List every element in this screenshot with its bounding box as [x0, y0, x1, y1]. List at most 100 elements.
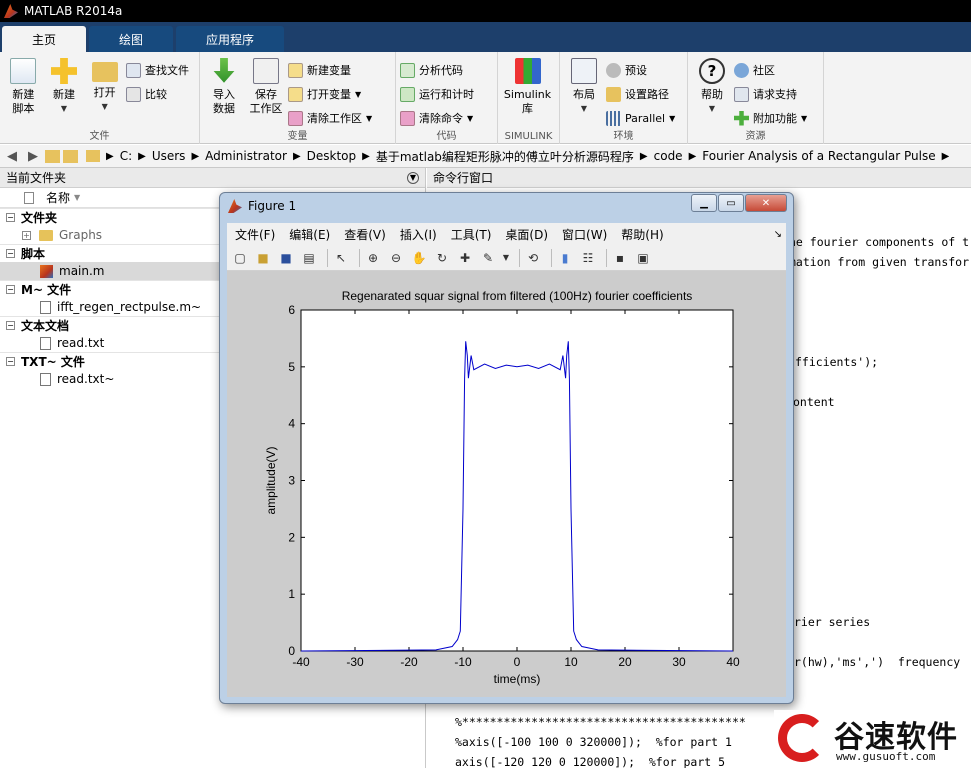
menu-insert[interactable]: 插入(I)	[400, 226, 437, 243]
community-label: 社区	[753, 64, 775, 77]
new-script-icon	[10, 58, 37, 84]
run-and-time-button[interactable]: 运行和计时	[400, 82, 474, 106]
print-icon[interactable]: ▤	[300, 249, 318, 267]
show-plot-tools-icon[interactable]: ▣	[634, 249, 652, 267]
save-icon[interactable]: ■	[277, 249, 295, 267]
find-files-icon	[126, 62, 142, 78]
clear-commands-icon	[400, 110, 415, 126]
code-line: rier series	[794, 615, 871, 629]
simulink-label: Simulink 库	[503, 88, 552, 115]
sort-arrow-icon: ▼	[74, 193, 81, 202]
menu-file[interactable]: 文件(F)	[235, 226, 275, 243]
breadcrumb-item[interactable]: Users	[152, 149, 186, 163]
watermark-logo-icon	[778, 714, 826, 762]
breadcrumb-separator-icon: ▶	[941, 150, 950, 162]
section-label: TXT~ 文件	[21, 355, 85, 369]
colorbar-icon[interactable]: ▮	[556, 249, 574, 267]
plot-svg[interactable]: -40 -30 -20 -10 0 10 20 30 400123456 Regenarated…	[227, 271, 786, 697]
menu-help[interactable]: 帮助(H)	[621, 226, 663, 243]
figure-canvas[interactable]: -40 -30 -20 -10 0 10 20 30 40 0 1 2 3 4 5 6 Regenarated…	[227, 271, 786, 697]
brush-icon[interactable]: ✎	[479, 249, 497, 267]
new-figure-icon[interactable]: ▢	[231, 249, 249, 267]
menu-view[interactable]: 查看(V)	[344, 226, 386, 243]
collapse-icon[interactable]: −	[6, 213, 15, 222]
code-line: %***************************************…	[455, 715, 746, 729]
panel-menu-icon[interactable]: ▼	[407, 171, 419, 184]
rotate-3d-icon[interactable]: ↻	[433, 249, 451, 267]
pan-hand-icon[interactable]: ✋	[410, 249, 428, 267]
code-line: r(hw),'ms',') frequency	[794, 655, 961, 669]
request-support-button[interactable]: 请求支持	[734, 82, 807, 106]
x-axis-label: time(ms)	[494, 672, 541, 686]
chevron-down-icon[interactable]: ▼	[502, 249, 510, 267]
menu-desktop[interactable]: 桌面(D)	[505, 226, 548, 243]
set-path-button[interactable]: 设置路径	[606, 82, 675, 106]
add-ons-icon	[734, 110, 749, 126]
collapse-icon[interactable]: −	[6, 285, 15, 294]
layout-label: 布局	[573, 88, 595, 101]
community-button[interactable]: 社区	[734, 58, 807, 82]
dock-arrow-icon[interactable]: ↘	[774, 229, 782, 240]
set-path-label: 设置路径	[625, 88, 669, 101]
close-button[interactable]: ✕	[745, 194, 787, 212]
back-arrow-icon[interactable]: ◀	[3, 147, 21, 165]
clear-commands-label: 清除命令	[419, 112, 463, 125]
breadcrumb-separator-icon: ▶	[106, 150, 114, 162]
collapse-icon[interactable]: −	[6, 249, 15, 258]
new-variable-button[interactable]: 新建变量	[288, 58, 372, 82]
open-file-icon[interactable]: ■	[254, 249, 272, 267]
forward-arrow-icon[interactable]: ▶	[24, 147, 42, 165]
x-tick-label: 0	[514, 655, 521, 669]
browse-folder-icon[interactable]	[63, 149, 78, 163]
compare-button[interactable]: 比较	[126, 82, 189, 106]
analyze-code-button[interactable]: 分析代码	[400, 58, 474, 82]
preferences-button[interactable]: 预设	[606, 58, 675, 82]
item-label: Graphs	[59, 228, 103, 242]
y-tick-label: 0	[288, 644, 295, 658]
code-line: axis([-120 120 0 120000]); %for part 5	[455, 755, 726, 768]
open-variable-button[interactable]: 打开变量 ▼	[288, 82, 372, 106]
collapse-icon[interactable]: −	[6, 321, 15, 330]
figure-window[interactable]: Figure 1 ▁ ▭ ✕ 文件(F) 编辑(E) 查看(V) 插入(I) 工…	[219, 192, 794, 704]
tab-plots[interactable]: 绘图	[89, 26, 173, 52]
legend-icon[interactable]: ☷	[579, 249, 597, 267]
y-axis-label: amplitude(V)	[264, 446, 278, 514]
collapse-icon[interactable]: −	[6, 357, 15, 366]
link-plot-icon[interactable]: ⟲	[524, 249, 542, 267]
breadcrumb-item[interactable]: Desktop	[307, 149, 357, 163]
hide-plot-tools-icon[interactable]: ▪	[611, 249, 629, 267]
breadcrumb-item[interactable]: Fourier Analysis of a Rectangular Pulse	[702, 149, 935, 163]
toolbar-separator	[519, 248, 520, 267]
toolbar-separator	[551, 248, 552, 267]
analyze-code-label: 分析代码	[419, 64, 463, 77]
window-controls: ▁ ▭ ✕	[690, 194, 787, 212]
item-label: read.txt	[57, 336, 105, 350]
breadcrumb-item[interactable]: 基于matlab编程矩形脉冲的傅立叶分析源码程序	[376, 148, 634, 165]
zoom-out-icon[interactable]: ⊖	[387, 249, 405, 267]
breadcrumb-item[interactable]: Administrator	[205, 149, 287, 163]
find-files-button[interactable]: 查找文件	[126, 58, 189, 82]
data-cursor-icon[interactable]: ✚	[456, 249, 474, 267]
breadcrumb-item[interactable]: code	[654, 149, 683, 163]
pointer-icon[interactable]: ↖	[332, 249, 350, 267]
tab-apps[interactable]: 应用程序	[176, 26, 284, 52]
menu-window[interactable]: 窗口(W)	[562, 226, 607, 243]
current-folder-title: 当前文件夹	[6, 171, 67, 185]
matlab-logo-icon	[228, 199, 242, 213]
minimize-button[interactable]: ▁	[691, 194, 717, 212]
tab-home[interactable]: 主页	[2, 26, 86, 52]
menu-tools[interactable]: 工具(T)	[451, 226, 492, 243]
zoom-in-icon[interactable]: ⊕	[364, 249, 382, 267]
file-group: 新建 脚本 新建 ▼ 打开 ▼ 查找文件 比较 文件	[0, 52, 200, 144]
maximize-button[interactable]: ▭	[718, 194, 744, 212]
toolbar-separator	[359, 248, 360, 267]
clear-workspace-label: 清除工作区	[307, 112, 362, 125]
figure-menubar: 文件(F) 编辑(E) 查看(V) 插入(I) 工具(T) 桌面(D) 窗口(W…	[227, 223, 786, 245]
expand-icon[interactable]: +	[22, 230, 31, 240]
up-folder-icon[interactable]	[45, 149, 60, 163]
menu-edit[interactable]: 编辑(E)	[289, 226, 330, 243]
code-line: %axis([-100 100 0 320000]); %for part 1	[455, 735, 732, 749]
command-window-header: 命令行窗口	[427, 168, 971, 188]
breadcrumb-item[interactable]: C:	[120, 149, 132, 163]
breadcrumb-separator-icon: ▶	[292, 150, 301, 162]
